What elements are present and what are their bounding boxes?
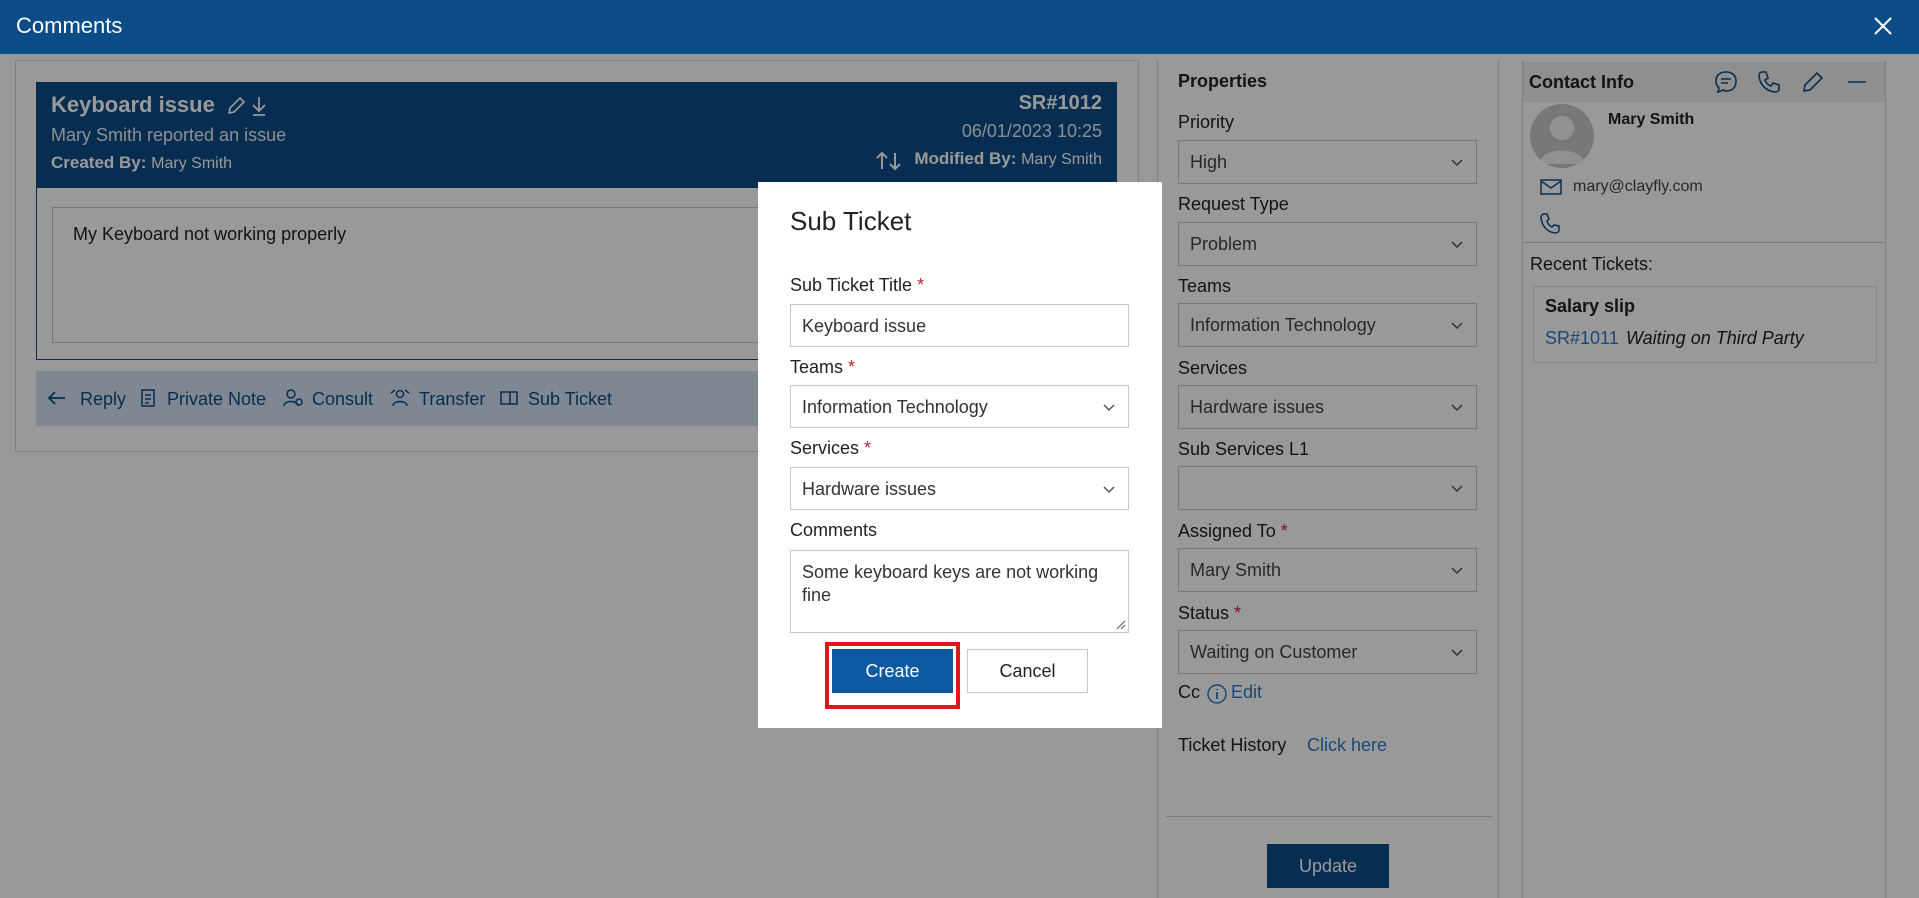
chevron-down-icon <box>1103 404 1115 412</box>
resize-grip-icon[interactable] <box>1114 618 1126 630</box>
required-mark: * <box>917 275 925 295</box>
required-mark: * <box>864 438 872 458</box>
sub-ticket-title-input[interactable]: Keyboard issue <box>790 304 1129 347</box>
window-title: Comments <box>16 13 123 38</box>
required-mark: * <box>848 357 856 377</box>
create-button[interactable]: Create <box>832 649 953 693</box>
close-icon[interactable] <box>1871 14 1895 38</box>
sub-ticket-title-label-text: Sub Ticket Title <box>790 275 913 295</box>
services-label-text: Services <box>790 438 860 458</box>
teams-label-text: Teams <box>790 357 844 377</box>
sub-ticket-title-value: Keyboard issue <box>802 316 927 336</box>
sub-ticket-title-label: Sub Ticket Title * <box>790 275 924 296</box>
teams-value: Information Technology <box>802 397 988 417</box>
teams-label: Teams * <box>790 357 855 378</box>
services-value: Hardware issues <box>802 479 937 499</box>
services-label: Services * <box>790 438 871 459</box>
comments-label: Comments <box>790 520 878 540</box>
services-select[interactable]: Hardware issues <box>790 467 1129 510</box>
title-bar: Comments <box>0 0 1919 54</box>
comments-textarea[interactable]: Some keyboard keys are not working fine <box>790 550 1129 633</box>
sub-ticket-dialog: Sub Ticket Sub Ticket Title * Keyboard i… <box>758 182 1162 728</box>
comments-value: Some keyboard keys are not working fine <box>802 562 1099 605</box>
teams-select[interactable]: Information Technology <box>790 385 1129 428</box>
cancel-button[interactable]: Cancel <box>967 649 1088 693</box>
dialog-title: Sub Ticket <box>790 206 912 236</box>
chevron-down-icon <box>1103 486 1115 494</box>
